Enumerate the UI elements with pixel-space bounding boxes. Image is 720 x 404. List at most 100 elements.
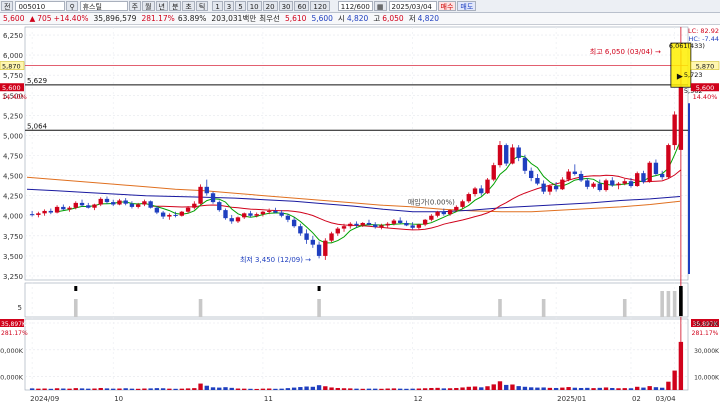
open-label: 시	[337, 14, 345, 23]
volume-bar	[235, 388, 241, 390]
sell-button[interactable]: 매도	[457, 1, 477, 11]
high-marker-label: 최고 6,050 (03/04) →	[590, 47, 661, 56]
right-top-badge-text: 5,870	[696, 63, 715, 71]
volume-bar	[547, 387, 553, 390]
volume-bar	[429, 387, 434, 390]
candle-body	[285, 215, 291, 220]
candle-body	[578, 173, 584, 181]
left-price-badge-text: 5,600	[2, 84, 21, 92]
candle-body	[229, 218, 234, 222]
candle-body	[173, 214, 178, 216]
candle-body	[123, 200, 128, 204]
indicator-pane	[24, 282, 689, 318]
candle-body	[98, 198, 103, 205]
minute-step-button-7[interactable]: 120	[310, 1, 330, 11]
price-tick-label: 4,000	[3, 213, 23, 221]
indicator-signal-bar	[541, 299, 546, 317]
candle-body	[541, 183, 546, 192]
timeframe-button-2[interactable]: 년	[155, 1, 168, 11]
price-tick-label: 4,250	[3, 193, 23, 201]
candle-body	[160, 212, 166, 217]
candle-body	[441, 211, 447, 215]
candle-body	[585, 180, 590, 187]
bid-price: 5,610	[284, 14, 307, 23]
open-price: 4,820	[346, 14, 369, 23]
candle-body	[659, 173, 665, 178]
volume-bar	[135, 388, 141, 390]
time-tick-label: 12	[414, 395, 423, 403]
timeframe-button-3[interactable]: 분	[168, 1, 182, 11]
volume-bar	[36, 388, 41, 390]
volume-bar	[285, 388, 291, 390]
current-price: 5,600	[3, 14, 25, 23]
volume-bar	[154, 388, 160, 390]
data-count-field[interactable]: 112/600	[337, 1, 373, 11]
candle-body	[472, 188, 478, 195]
candle-body	[204, 186, 209, 194]
candle-body	[310, 239, 316, 245]
stock-name-field[interactable]: 휴스틸	[79, 1, 128, 11]
indicator-signal-bar	[198, 299, 203, 317]
minute-step-button-1[interactable]: 3	[223, 1, 235, 11]
candle-body	[454, 206, 459, 211]
candle-body	[148, 201, 153, 208]
indicator-signal-bar	[672, 291, 677, 317]
indicator-signal-bar	[317, 299, 321, 317]
candle-body	[597, 183, 602, 191]
volume-bar	[454, 387, 459, 390]
volume-bar	[341, 388, 347, 390]
candle-body	[135, 204, 141, 207]
date-field[interactable]: 2025/03/04	[388, 1, 437, 11]
minute-step-button-5[interactable]: 30	[278, 1, 294, 11]
candle-body	[341, 226, 347, 229]
candle-body	[560, 179, 565, 190]
timeframe-button-1[interactable]: 월	[142, 1, 155, 11]
volume-bar	[672, 370, 677, 390]
volume-bar	[516, 386, 521, 390]
search-icon[interactable]: ⚲	[66, 1, 78, 11]
volume-bar	[329, 387, 334, 390]
timeframe-button-4[interactable]: 초	[182, 1, 195, 11]
candle-body	[329, 233, 334, 241]
volume-bar	[198, 383, 203, 390]
period-toggle[interactable]: 전	[1, 1, 14, 11]
candle-body	[254, 214, 259, 216]
price-tick-label: 3,750	[3, 233, 23, 241]
timeframe-button-5[interactable]: 틱	[195, 1, 209, 11]
minute-step-button-2[interactable]: 5	[235, 1, 246, 11]
volume-bar	[348, 388, 353, 390]
volume-bar	[354, 388, 359, 390]
volume-bar	[397, 388, 403, 390]
volume-bar	[479, 387, 484, 390]
price-tick-label: 5,000	[3, 132, 23, 140]
candle-body	[79, 202, 85, 206]
minute-step-button-4[interactable]: 20	[262, 1, 278, 11]
candle-body	[616, 183, 621, 186]
candle-body	[366, 222, 372, 225]
volume-bar	[466, 386, 471, 390]
calendar-icon[interactable]: ▦	[373, 1, 387, 11]
volume-bar	[104, 388, 110, 390]
candle-body	[335, 228, 340, 234]
buy-button[interactable]: 매수	[437, 1, 457, 11]
zoom-mid-value: 5,723	[684, 71, 703, 79]
candle-body	[304, 233, 309, 240]
candle-body	[48, 210, 54, 213]
timeframe-button-0[interactable]: 주	[128, 1, 142, 11]
left-top-badge-text: 5,870	[2, 63, 21, 71]
volume-bar	[210, 387, 216, 390]
candle-body	[397, 220, 403, 223]
volume-bar	[628, 388, 634, 390]
low-label: 저	[408, 14, 416, 23]
stock-chart[interactable]: 6,2506,0005,7505,5005,2505,0004,7504,500…	[0, 25, 720, 404]
trading-amount: 203,031백만	[211, 14, 257, 23]
candle-body	[67, 207, 72, 210]
minute-step-button-6[interactable]: 60	[294, 1, 310, 11]
price-tick-label: 4,500	[3, 173, 23, 181]
minute-step-button-0[interactable]: 1	[212, 1, 223, 11]
volume-bar	[298, 387, 303, 390]
candle-body	[497, 145, 503, 166]
indicator-signal-bar	[622, 299, 627, 317]
minute-step-button-3[interactable]: 10	[246, 1, 262, 11]
stock-code-input[interactable]: 005010	[15, 1, 66, 11]
